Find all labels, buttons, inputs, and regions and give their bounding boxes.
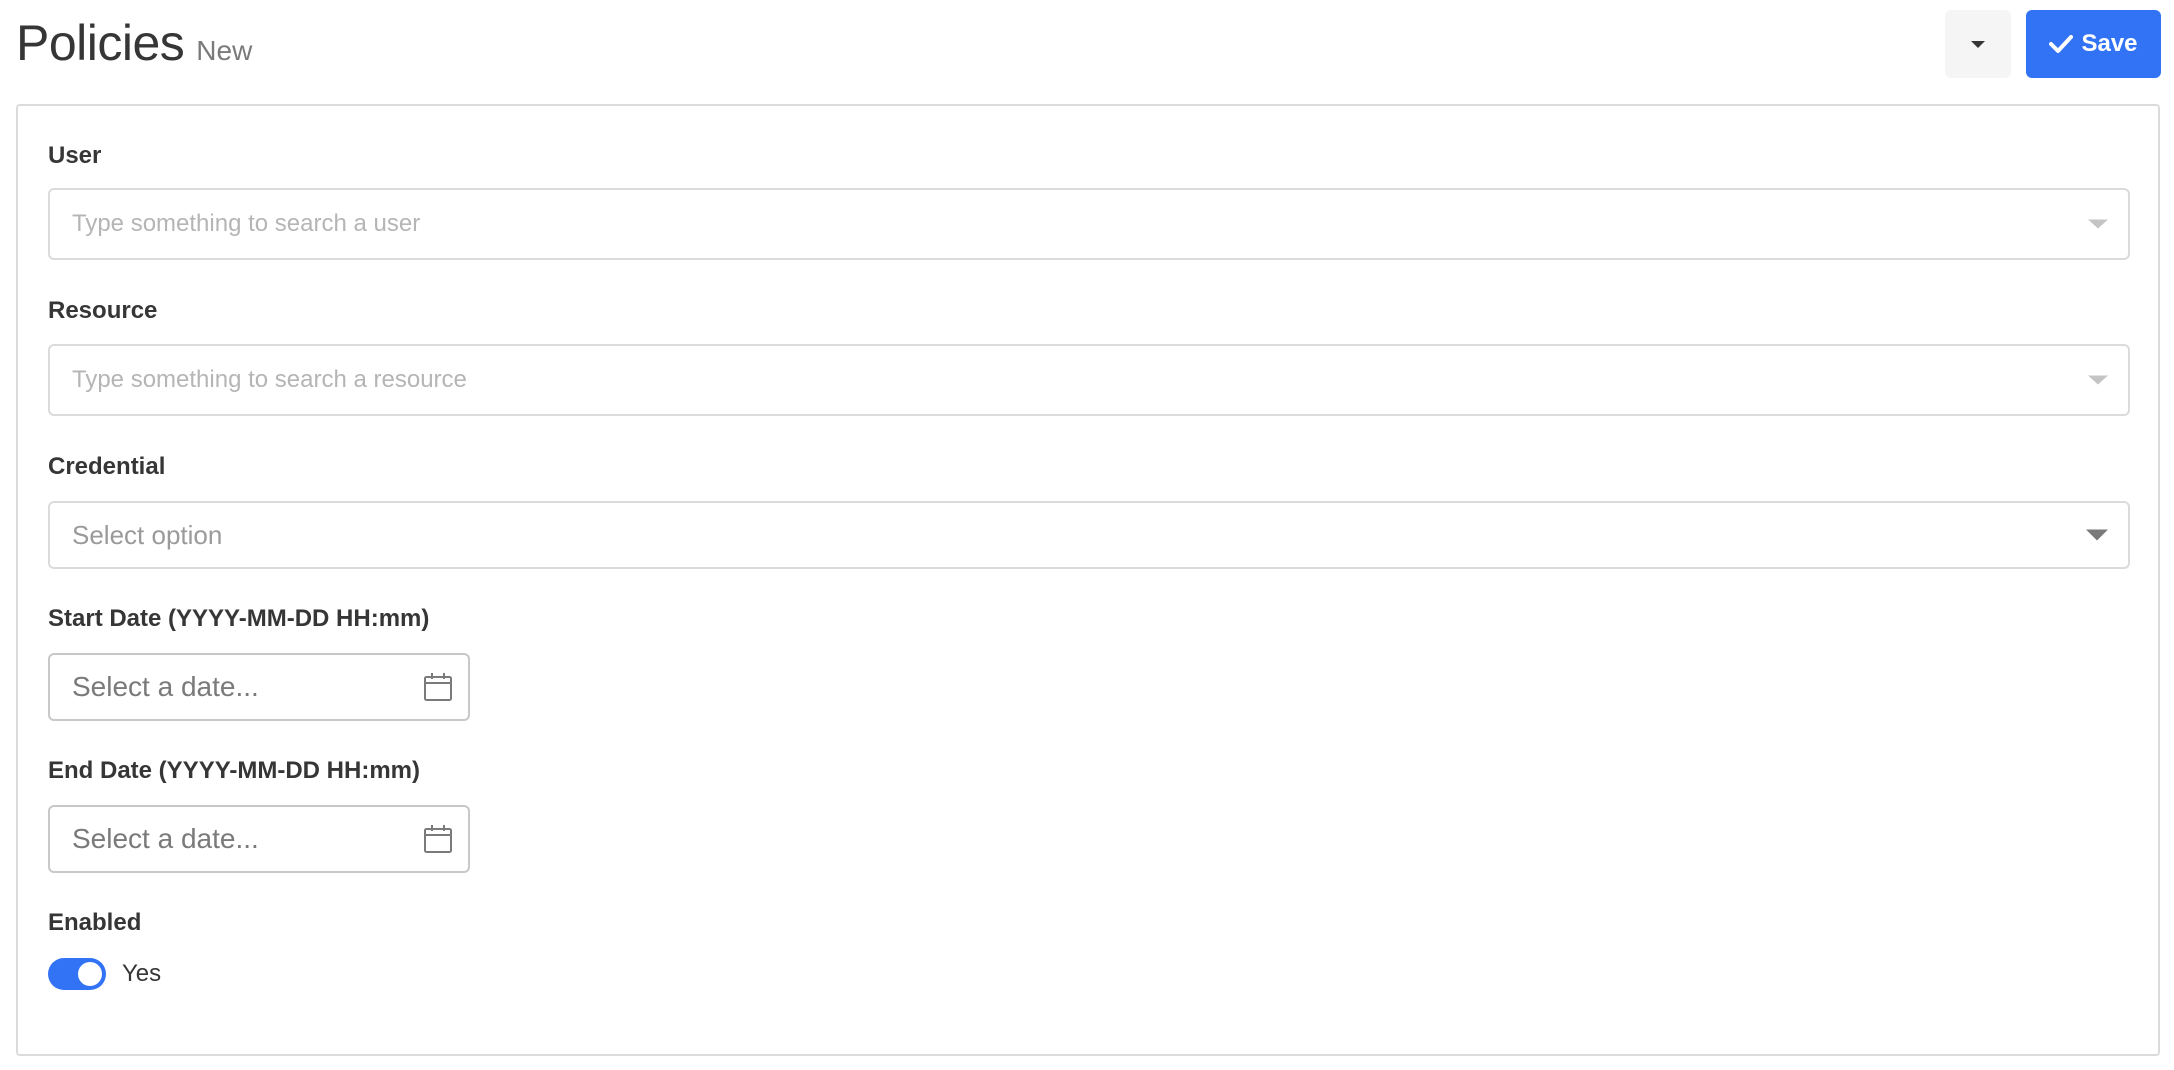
end-date-placeholder: Select a date... [72,823,259,854]
user-search-select[interactable]: Type something to search a user [48,188,2130,260]
user-label: User [48,142,102,169]
page-title: Policies [16,15,185,71]
enabled-toggle[interactable] [48,958,106,990]
end-date-label: End Date (YYYY-MM-DD HH:mm) [48,757,421,784]
caret-down-icon [1971,40,1985,48]
enabled-toggle-label: Yes [122,960,162,987]
credential-select-placeholder: Select option [72,519,223,550]
user-search-placeholder: Type something to search a user [72,210,421,237]
enabled-label: Enabled [48,909,142,936]
toggle-knob [78,962,102,986]
check-icon [2049,35,2074,53]
calendar-icon[interactable] [422,671,454,703]
resource-label: Resource [48,297,158,324]
start-date-input[interactable]: Select a date... [48,653,470,721]
start-date-label: Start Date (YYYY-MM-DD HH:mm) [48,605,430,632]
page-subtitle: New [196,35,253,66]
save-button[interactable]: Save [2026,10,2161,78]
credential-select[interactable]: Select option [48,501,2130,569]
chevron-down-icon[interactable] [2088,375,2108,385]
end-date-input[interactable]: Select a date... [48,805,470,873]
save-button-label: Save [2081,30,2138,57]
policy-form-card: User Type something to search a user Res… [16,104,2160,1056]
chevron-down-icon[interactable] [2086,529,2108,541]
enabled-toggle-row: Yes [48,958,161,990]
chevron-down-icon[interactable] [2088,219,2108,229]
start-date-placeholder: Select a date... [72,671,259,702]
page-header: Policies New Save [0,0,2174,100]
credential-label: Credential [48,453,166,480]
more-actions-dropdown-button[interactable] [1945,10,2011,78]
calendar-icon[interactable] [422,823,454,855]
resource-search-select[interactable]: Type something to search a resource [48,344,2130,416]
page-title-group: Policies New [16,14,252,72]
resource-search-placeholder: Type something to search a resource [72,366,467,393]
